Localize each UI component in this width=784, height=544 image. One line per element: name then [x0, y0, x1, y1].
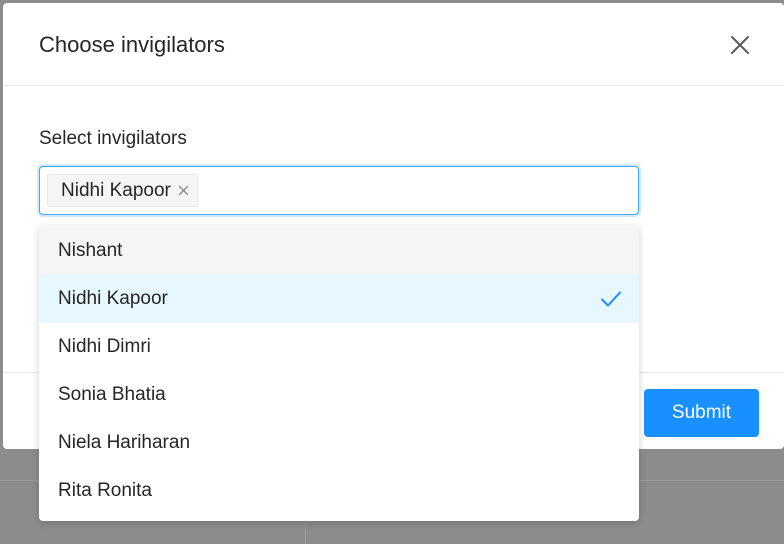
- option-label: Nidhi Kapoor: [58, 288, 168, 309]
- modal-header: Choose invigilators: [3, 3, 784, 86]
- option-label: Rita Ronita: [58, 480, 152, 501]
- option-label: Sonia Bhatia: [58, 384, 166, 405]
- dropdown-option[interactable]: Nidhi Kapoor: [39, 275, 639, 323]
- dropdown-option[interactable]: Rita Ronita: [39, 467, 639, 515]
- option-label: Nidhi Dimri: [58, 336, 151, 357]
- option-label: Nishant: [58, 240, 123, 261]
- close-icon: [731, 36, 749, 54]
- selected-tag-label: Nidhi Kapoor: [61, 180, 171, 201]
- dropdown-option[interactable]: Nishant: [39, 227, 639, 275]
- dropdown-option[interactable]: Sonia Bhatia: [39, 371, 639, 419]
- submit-button[interactable]: Submit: [644, 389, 759, 437]
- tag-remove-button[interactable]: [178, 185, 189, 196]
- close-icon: [178, 185, 189, 196]
- close-button[interactable]: [727, 32, 753, 58]
- check-icon: [600, 288, 622, 310]
- option-label: Niela Hariharan: [58, 432, 191, 453]
- invigilators-dropdown: Nishant Nidhi Kapoor Nidhi Dimri Sonia B…: [39, 226, 639, 521]
- select-invigilators-label: Select invigilators: [39, 128, 187, 149]
- modal-title: Choose invigilators: [39, 32, 225, 57]
- dropdown-option[interactable]: Niela Hariharan: [39, 419, 639, 467]
- selected-tag: Nidhi Kapoor: [47, 174, 198, 207]
- invigilators-multi-select[interactable]: Nidhi Kapoor: [39, 166, 639, 215]
- dropdown-option[interactable]: Nidhi Dimri: [39, 323, 639, 371]
